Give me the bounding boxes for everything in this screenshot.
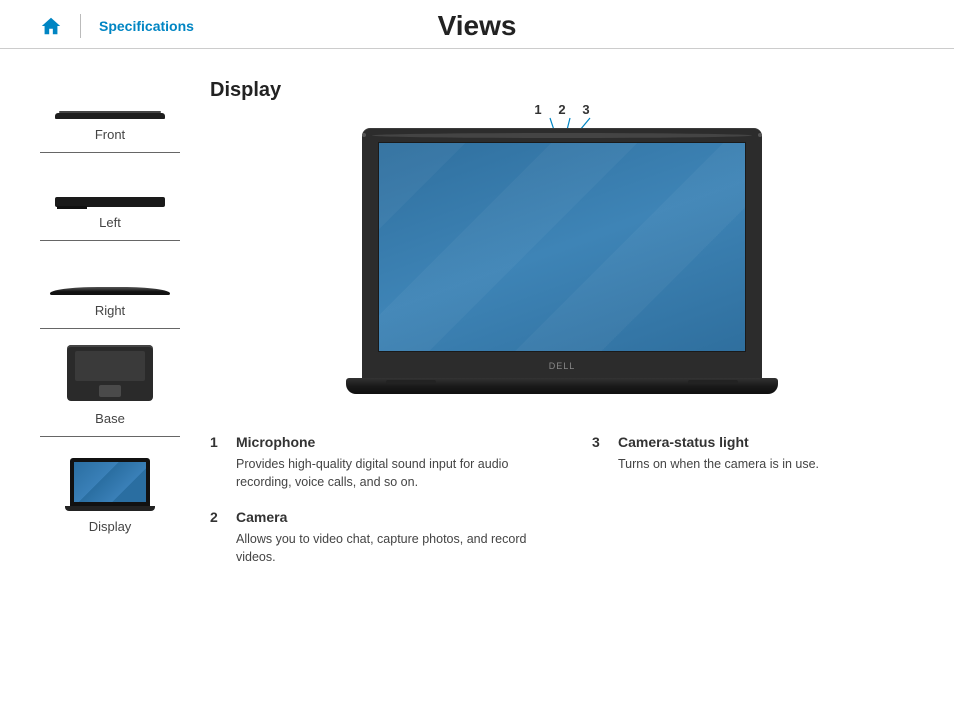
laptop-screen-frame: DELL — [362, 128, 762, 378]
nav-label: Front — [40, 127, 180, 142]
callout-numbers: 1 2 3 — [362, 102, 762, 117]
specifications-link[interactable]: Specifications — [99, 18, 194, 34]
nav-item-base[interactable]: Base — [40, 343, 180, 437]
feature-column-left: 1 Microphone Provides high-quality digit… — [210, 434, 532, 585]
feature-title: Camera-status light — [618, 434, 819, 450]
brand-logo: DELL — [362, 361, 762, 371]
laptop-diagram: 1 2 3 — [362, 128, 762, 394]
nav-item-display[interactable]: Display — [40, 451, 180, 544]
nav-label: Display — [40, 519, 180, 534]
feature-camera: 2 Camera Allows you to video chat, captu… — [210, 509, 532, 566]
diagram-area: 1 2 3 — [210, 128, 914, 424]
divider — [80, 14, 81, 38]
callout-num: 1 — [529, 102, 547, 117]
camera-dot-icon — [372, 133, 752, 138]
feature-number: 3 — [592, 434, 604, 473]
callout-num: 2 — [553, 102, 571, 117]
feature-number: 2 — [210, 509, 222, 566]
nav-label: Right — [40, 303, 180, 318]
feature-description: Turns on when the camera is in use. — [618, 455, 819, 473]
home-icon[interactable] — [40, 15, 62, 37]
feature-list: 1 Microphone Provides high-quality digit… — [210, 424, 914, 585]
camera-row-icon — [362, 133, 762, 138]
thumb-front-icon — [40, 79, 180, 119]
feature-camera-status-light: 3 Camera-status light Turns on when the … — [592, 434, 914, 473]
nav-label: Base — [40, 411, 180, 426]
header: Specifications Views — [0, 0, 954, 49]
feature-description: Allows you to video chat, capture photos… — [236, 530, 532, 566]
feature-column-right: 3 Camera-status light Turns on when the … — [592, 434, 914, 585]
feature-title: Microphone — [236, 434, 532, 450]
nav-item-right[interactable]: Right — [40, 255, 180, 329]
laptop-base — [346, 378, 778, 394]
page-title: Views — [438, 10, 517, 42]
feature-description: Provides high-quality digital sound inpu… — [236, 455, 532, 491]
camera-light-dot-icon — [758, 133, 762, 137]
main-content: Display 1 2 3 — [180, 79, 914, 585]
section-heading: Display — [210, 79, 914, 102]
callout-num: 3 — [577, 102, 595, 117]
nav-item-front[interactable]: Front — [40, 79, 180, 153]
nav-item-left[interactable]: Left — [40, 167, 180, 241]
thumb-base-icon — [40, 343, 180, 403]
nav-label: Left — [40, 215, 180, 230]
feature-number: 1 — [210, 434, 222, 491]
feature-microphone: 1 Microphone Provides high-quality digit… — [210, 434, 532, 491]
views-sidebar: Front Left Right Base Display — [40, 79, 180, 585]
thumb-display-icon — [40, 451, 180, 511]
laptop-screen — [378, 142, 746, 352]
thumb-right-icon — [40, 255, 180, 295]
microphone-dot-icon — [362, 133, 366, 137]
feature-title: Camera — [236, 509, 532, 525]
thumb-left-icon — [40, 167, 180, 207]
